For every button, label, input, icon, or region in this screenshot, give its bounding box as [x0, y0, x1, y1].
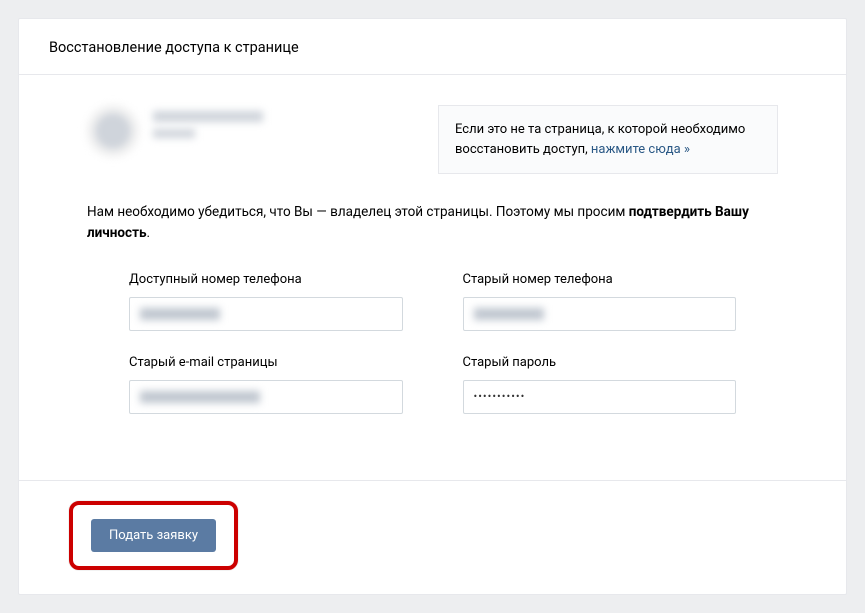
available-phone-value — [140, 308, 220, 320]
profile-name — [153, 111, 263, 138]
instruction-part2: . — [147, 225, 151, 241]
old-email-value — [140, 391, 260, 403]
old-password-field: Старый пароль ••••••••••• — [463, 355, 737, 414]
old-email-field: Старый e-mail страницы — [129, 355, 403, 414]
available-phone-label: Доступный номер телефона — [129, 272, 403, 287]
old-phone-field: Старый номер телефона — [463, 272, 737, 331]
avatar — [87, 105, 139, 157]
old-password-input[interactable]: ••••••••••• — [463, 380, 737, 414]
old-phone-value — [474, 308, 544, 320]
old-password-value: ••••••••••• — [474, 390, 526, 403]
old-email-label: Старый e-mail страницы — [129, 355, 403, 370]
form-grid: Доступный номер телефона Старый номер те… — [87, 272, 778, 414]
available-phone-field: Доступный номер телефона — [129, 272, 403, 331]
old-password-label: Старый пароль — [463, 355, 737, 370]
profile-id-line — [153, 129, 195, 138]
old-phone-label: Старый номер телефона — [463, 272, 737, 287]
submit-highlight: Подать заявку — [69, 501, 238, 570]
instruction-text: Нам необходимо убедиться, что Вы — владе… — [87, 202, 778, 244]
top-row: Если это не та страница, к которой необх… — [87, 105, 778, 174]
old-email-input[interactable] — [129, 380, 403, 414]
profile-name-line — [153, 111, 263, 122]
wrong-page-notice: Если это не та страница, к которой необх… — [438, 105, 778, 174]
page-title: Восстановление доступа к странице — [49, 39, 816, 56]
submit-button[interactable]: Подать заявку — [91, 519, 216, 552]
available-phone-input[interactable] — [129, 297, 403, 331]
profile-block — [87, 105, 408, 174]
panel-body: Если это не та страница, к которой необх… — [19, 75, 846, 480]
restore-access-panel: Восстановление доступа к странице Если э… — [18, 18, 847, 595]
instruction-part1: Нам необходимо убедиться, что Вы — владе… — [87, 204, 629, 220]
old-phone-input[interactable] — [463, 297, 737, 331]
panel-footer: Подать заявку — [19, 480, 846, 594]
panel-header: Восстановление доступа к странице — [19, 19, 846, 75]
wrong-page-link[interactable]: нажмите сюда » — [591, 142, 690, 157]
